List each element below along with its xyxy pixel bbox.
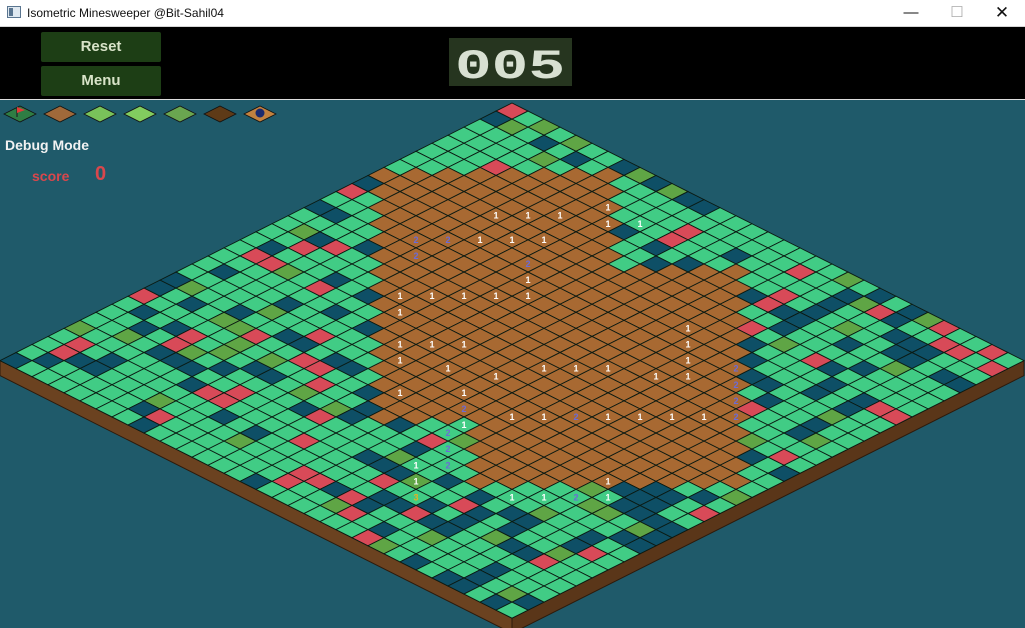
adjacent-mine-count: 1 (461, 388, 466, 398)
timer-digits: 005 (455, 43, 565, 91)
adjacent-mine-count: 1 (397, 291, 402, 301)
adjacent-mine-count: 1 (461, 291, 466, 301)
adjacent-mine-count: 1 (541, 412, 546, 422)
adjacent-mine-count: 1 (685, 323, 690, 333)
minimize-icon[interactable]: — (888, 0, 934, 26)
adjacent-mine-count: 1 (701, 412, 706, 422)
adjacent-mine-count: 1 (605, 364, 610, 374)
adjacent-mine-count: 1 (461, 420, 466, 430)
adjacent-mine-count: 1 (541, 235, 546, 245)
adjacent-mine-count: 1 (397, 388, 402, 398)
adjacent-mine-count: 2 (445, 460, 450, 470)
game-board[interactable]: 1 1 1 1 1 1 1 1 1 2 2 2 2 1 1 1 1 1 1 1 1 1 1 1 1 1 1 1 1 1 1 1 1 1 2 2 2 2 1 1… (0, 100, 1025, 628)
adjacent-mine-count: 1 (429, 340, 434, 350)
timer-display: 005 (449, 38, 572, 91)
adjacent-mine-count: 2 (733, 380, 738, 390)
adjacent-mine-count: 1 (637, 412, 642, 422)
adjacent-mine-count: 2 (573, 492, 578, 502)
adjacent-mine-count: 1 (477, 235, 482, 245)
app-icon (7, 6, 21, 18)
adjacent-mine-count: 1 (605, 412, 610, 422)
adjacent-mine-count: 1 (685, 340, 690, 350)
adjacent-mine-count: 1 (541, 364, 546, 374)
adjacent-mine-count: 1 (573, 364, 578, 374)
adjacent-mine-count: 2 (733, 412, 738, 422)
adjacent-mine-count: 1 (685, 372, 690, 382)
adjacent-mine-count: 1 (525, 211, 530, 221)
adjacent-mine-count: 2 (461, 404, 466, 414)
adjacent-mine-count: 1 (461, 340, 466, 350)
adjacent-mine-count: 1 (397, 356, 402, 366)
adjacent-mine-count: 1 (445, 364, 450, 374)
adjacent-mine-count: 2 (525, 259, 530, 269)
menu-button[interactable]: Menu (41, 66, 161, 96)
adjacent-mine-count: 1 (605, 492, 610, 502)
adjacent-mine-count: 1 (509, 235, 514, 245)
adjacent-mine-count: 2 (733, 364, 738, 374)
adjacent-mine-count: 1 (525, 291, 530, 301)
adjacent-mine-count: 2 (413, 235, 418, 245)
adjacent-mine-count: 2 (445, 235, 450, 245)
adjacent-mine-count: 1 (509, 412, 514, 422)
adjacent-mine-count: 1 (557, 211, 562, 221)
adjacent-mine-count: 1 (493, 291, 498, 301)
close-icon[interactable]: ✕ (979, 0, 1025, 26)
adjacent-mine-count: 1 (397, 340, 402, 350)
maximize-icon[interactable]: ☐ (934, 0, 980, 26)
timer-value: 005 (455, 43, 565, 86)
adjacent-mine-count: 1 (541, 492, 546, 502)
adjacent-mine-count: 1 (653, 372, 658, 382)
title-bar: Isometric Minesweeper @Bit-Sahil04 — ☐ ✕ (0, 0, 1025, 27)
adjacent-mine-count: 2 (573, 412, 578, 422)
reset-button[interactable]: Reset (41, 32, 161, 62)
adjacent-mine-count: 1 (637, 219, 642, 229)
adjacent-mine-count: 1 (397, 307, 402, 317)
adjacent-mine-count: 2 (413, 251, 418, 261)
adjacent-mine-count: 1 (413, 476, 418, 486)
adjacent-mine-count: 1 (605, 219, 610, 229)
adjacent-mine-count: 1 (429, 291, 434, 301)
adjacent-mine-count: 1 (605, 203, 610, 213)
adjacent-mine-count: 1 (669, 412, 674, 422)
adjacent-mine-count: 1 (413, 460, 418, 470)
adjacent-mine-count: 2 (445, 444, 450, 454)
window-title: Isometric Minesweeper @Bit-Sahil04 (27, 6, 224, 20)
adjacent-mine-count: 1 (509, 492, 514, 502)
tile-grid[interactable] (0, 102, 1025, 619)
adjacent-mine-count: 2 (733, 396, 738, 406)
adjacent-mine-count: 2 (445, 428, 450, 438)
adjacent-mine-count: 1 (493, 211, 498, 221)
adjacent-mine-count: 1 (685, 356, 690, 366)
adjacent-mine-count: 1 (493, 372, 498, 382)
adjacent-mine-count: 1 (525, 275, 530, 285)
adjacent-mine-count: 1 (605, 476, 610, 486)
adjacent-mine-count: 3 (413, 492, 418, 502)
